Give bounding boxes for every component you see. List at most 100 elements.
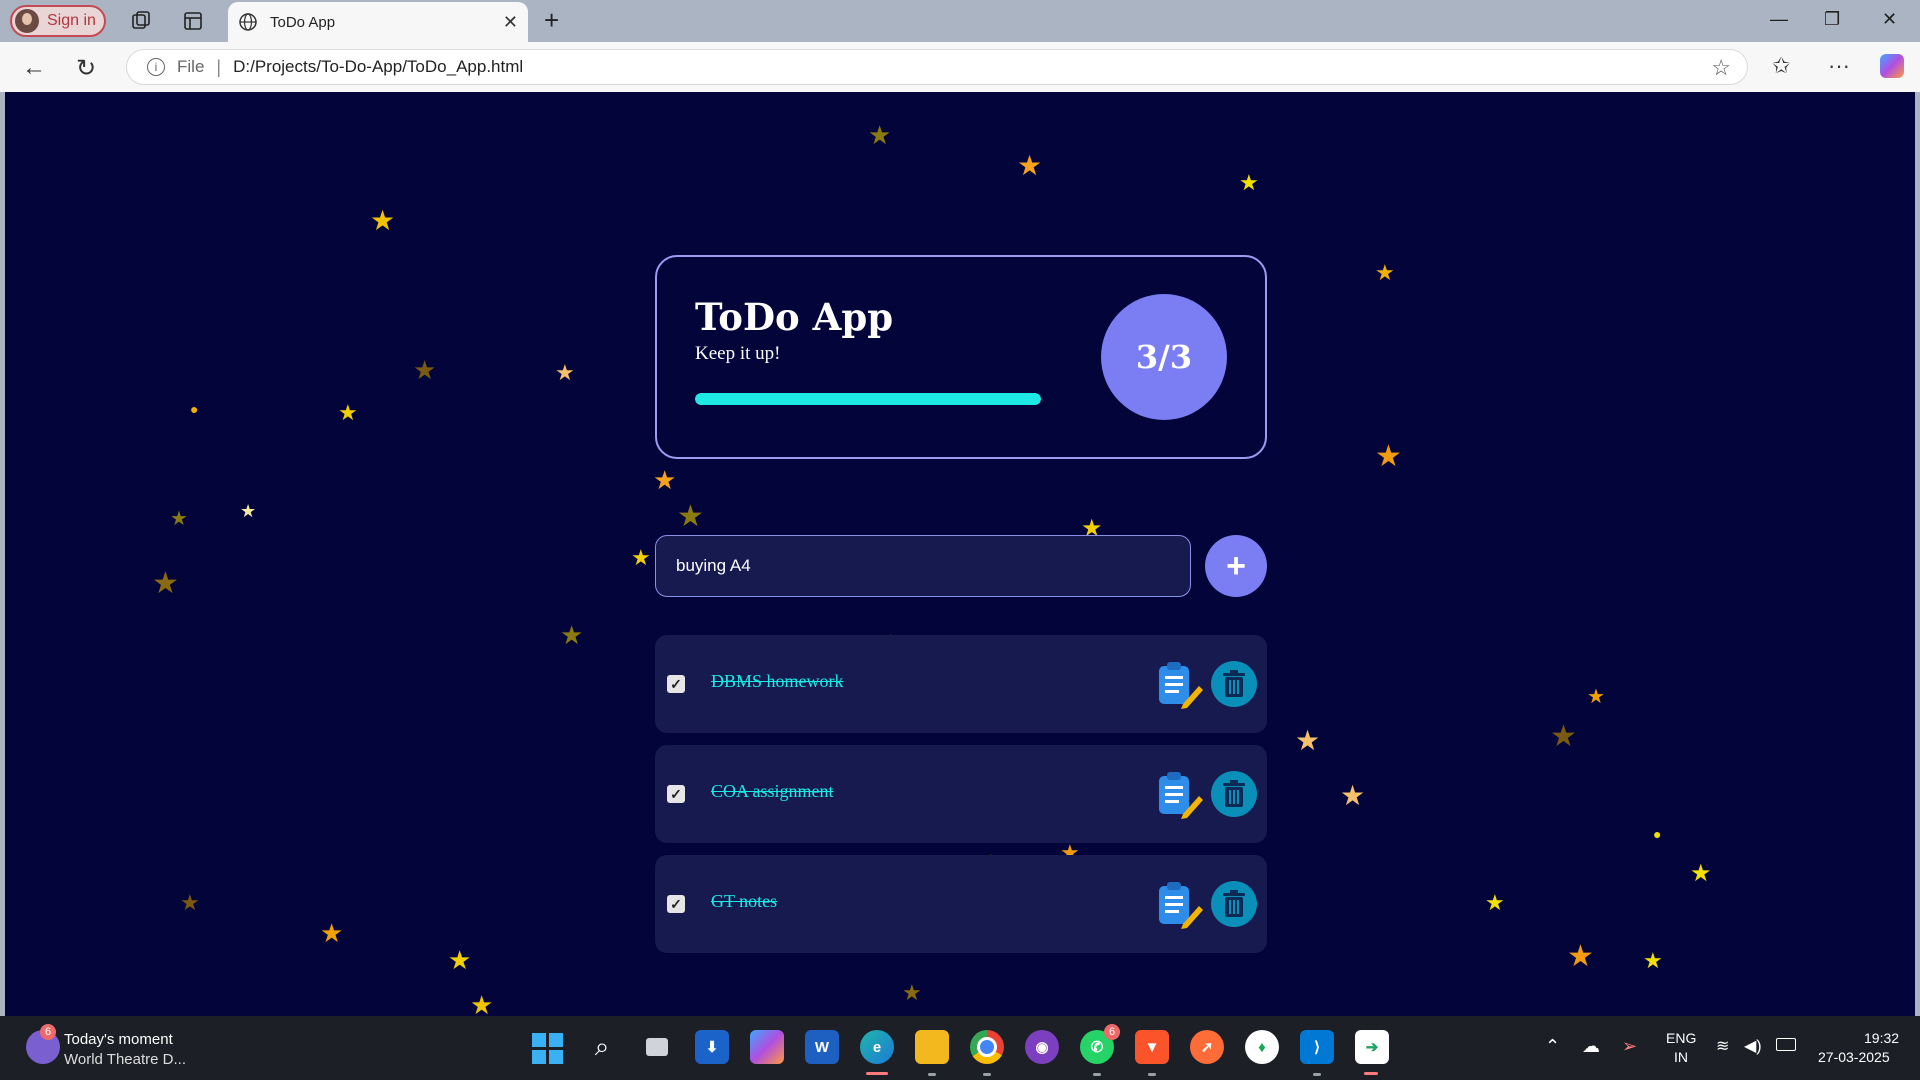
- chevron-up-icon[interactable]: ⌃: [1545, 1036, 1560, 1057]
- task-checkbox[interactable]: ✓: [667, 675, 685, 693]
- minimize-icon[interactable]: —: [1770, 9, 1788, 30]
- language-top[interactable]: ENG: [1666, 1030, 1696, 1046]
- star-icon: ★: [1239, 170, 1259, 195]
- word-icon[interactable]: W: [805, 1030, 839, 1064]
- address-toolbar: ← ↻ i File | D:/Projects/To-Do-App/ToDo_…: [0, 42, 1920, 92]
- task-view-icon[interactable]: [640, 1030, 674, 1064]
- onedrive-icon[interactable]: ☁: [1582, 1036, 1600, 1057]
- brave-icon[interactable]: ▼: [1135, 1030, 1169, 1064]
- copilot-app-icon[interactable]: [750, 1030, 784, 1064]
- windows-taskbar: 6 Today's moment World Theatre D... ⌕ ⬇ …: [0, 1016, 1920, 1080]
- task-checkbox[interactable]: ✓: [667, 785, 685, 803]
- app-subtitle: Keep it up!: [695, 343, 781, 364]
- edit-icon[interactable]: [1155, 660, 1205, 710]
- widgets-badge: 6: [40, 1024, 56, 1040]
- star-icon: ★: [555, 360, 575, 385]
- star-icon: ★: [1567, 940, 1594, 973]
- star-icon: ★: [370, 205, 396, 236]
- chrome-icon[interactable]: [970, 1030, 1004, 1064]
- sign-in-label: Sign in: [47, 12, 96, 29]
- whatsapp-icon[interactable]: ✆ 6: [1080, 1024, 1120, 1064]
- star-icon: ★: [677, 500, 704, 533]
- trash-icon[interactable]: [1211, 661, 1257, 707]
- whatsapp-badge: 6: [1104, 1024, 1120, 1040]
- settings-more-icon[interactable]: ···: [1828, 53, 1850, 79]
- new-tab-icon[interactable]: +: [544, 6, 559, 34]
- close-tab-icon[interactable]: ✕: [503, 12, 518, 33]
- news-title[interactable]: Today's moment: [64, 1031, 173, 1048]
- volume-icon[interactable]: ◀): [1744, 1036, 1762, 1056]
- html-file-icon[interactable]: ➔: [1355, 1030, 1389, 1064]
- address-separator: |: [216, 56, 222, 77]
- avatar: [15, 9, 39, 33]
- favorites-icon[interactable]: ✩: [1772, 53, 1790, 79]
- edge-icon[interactable]: e: [860, 1030, 894, 1064]
- file-explorer-icon[interactable]: [915, 1030, 949, 1064]
- browser-tab-bar: Sign in ToDo App ✕ + — ❐ ✕: [0, 0, 1920, 42]
- back-icon[interactable]: ←: [22, 54, 46, 82]
- trash-icon[interactable]: [1211, 881, 1257, 927]
- battery-icon[interactable]: [1776, 1038, 1796, 1051]
- workspaces-icon[interactable]: [130, 10, 152, 32]
- restore-icon[interactable]: ❐: [1824, 9, 1840, 30]
- task-text: GT notes: [711, 891, 778, 911]
- wifi-icon[interactable]: ≋: [1716, 1036, 1729, 1056]
- star-icon: ★: [320, 918, 344, 948]
- close-window-icon[interactable]: ✕: [1882, 9, 1897, 30]
- star-icon: ★: [1375, 260, 1395, 285]
- progress-bar-fill: [695, 393, 1041, 405]
- clock-time[interactable]: 19:32: [1864, 1030, 1899, 1046]
- star-icon: ★: [180, 890, 200, 915]
- github-desktop-icon[interactable]: ◉: [1025, 1030, 1059, 1064]
- clock-date[interactable]: 27-03-2025: [1818, 1049, 1890, 1065]
- star-icon: ★: [413, 355, 437, 385]
- app-title: ToDo App: [695, 295, 894, 339]
- task-item: ✓ GT notes: [655, 855, 1267, 953]
- address-bar[interactable]: i File | D:/Projects/To-Do-App/ToDo_App.…: [126, 49, 1748, 85]
- running-indicator: [928, 1073, 936, 1076]
- widgets-icon[interactable]: 6: [26, 1024, 60, 1064]
- task-checkbox[interactable]: ✓: [667, 895, 685, 913]
- news-subtitle[interactable]: World Theatre D...: [64, 1051, 186, 1068]
- tab-todo-app[interactable]: ToDo App ✕: [228, 2, 528, 42]
- info-icon[interactable]: i: [147, 58, 165, 76]
- favorite-star-icon[interactable]: ☆: [1711, 55, 1731, 81]
- page-viewport: ★ ★ ★ ★ ★ ★ ★ ★ ★ ★ ★ ★ ★ ★ ★ ★ ★ ★ ★ ★ …: [5, 92, 1915, 1016]
- star-icon: ★: [1485, 890, 1505, 915]
- downloads-app-icon[interactable]: ⬇: [695, 1030, 729, 1064]
- edit-icon[interactable]: [1155, 770, 1205, 820]
- star-icon: ★: [448, 945, 472, 975]
- mongodb-compass-icon[interactable]: ♦: [1245, 1030, 1279, 1064]
- running-indicator: [1148, 1073, 1156, 1076]
- address-url[interactable]: D:/Projects/To-Do-App/ToDo_App.html: [233, 57, 523, 77]
- search-icon[interactable]: ⌕: [585, 1030, 619, 1064]
- star-icon: ★: [1690, 860, 1712, 887]
- postman-icon[interactable]: ➚: [1190, 1030, 1224, 1064]
- copilot-icon[interactable]: [1880, 54, 1904, 78]
- language-bottom[interactable]: IN: [1674, 1049, 1688, 1065]
- dot-icon: ●: [190, 401, 199, 417]
- star-icon: ★: [902, 980, 922, 1005]
- location-icon[interactable]: ➢: [1622, 1036, 1637, 1057]
- vscode-icon[interactable]: ⟩: [1300, 1030, 1334, 1064]
- active-app-indicator: [866, 1072, 888, 1075]
- star-icon: ★: [653, 465, 677, 495]
- profile-sign-in-button[interactable]: Sign in: [10, 5, 106, 37]
- refresh-icon[interactable]: ↻: [76, 54, 96, 83]
- tab-actions-icon[interactable]: [182, 10, 204, 32]
- star-icon: ★: [338, 400, 358, 425]
- add-task-button[interactable]: +: [1205, 535, 1267, 597]
- progress-counter-label: 3/3: [1135, 338, 1193, 376]
- star-icon: ★: [1587, 686, 1605, 708]
- running-indicator: [983, 1073, 991, 1076]
- progress-card: ToDo App Keep it up! 3/3: [655, 255, 1267, 459]
- start-icon[interactable]: [530, 1030, 564, 1064]
- task-input[interactable]: [655, 535, 1191, 597]
- task-item: ✓ DBMS homework: [655, 635, 1267, 733]
- star-icon: ★: [152, 567, 179, 600]
- trash-icon[interactable]: [1211, 771, 1257, 817]
- edit-icon[interactable]: [1155, 880, 1205, 930]
- star-icon: ★: [1550, 720, 1577, 753]
- progress-counter: 3/3: [1101, 294, 1227, 420]
- running-indicator: [1313, 1073, 1321, 1076]
